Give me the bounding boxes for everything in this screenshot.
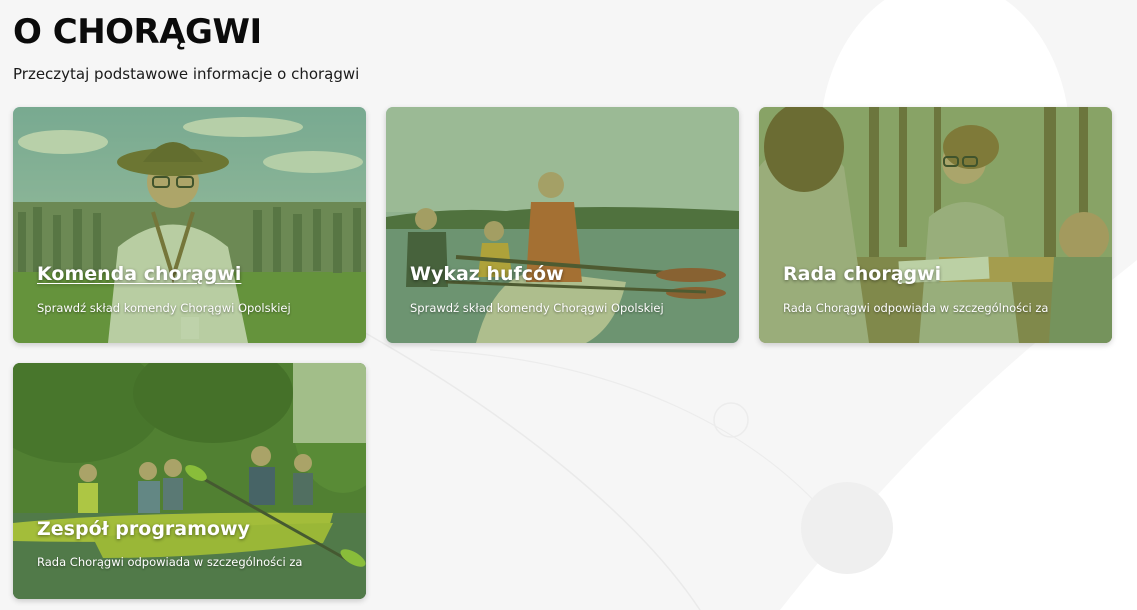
card-description: Sprawdź skład komendy Chorągwi Opolskiej <box>37 301 291 315</box>
card-description: Sprawdź skład komendy Chorągwi Opolskiej <box>410 301 664 315</box>
card-title[interactable]: Zespół programowy <box>37 517 250 541</box>
page-title: O CHORĄGWI <box>13 12 262 52</box>
card-description: Rada Chorągwi odpowiada w szczególności … <box>37 555 303 569</box>
card-wykaz-hufcow[interactable]: Wykaz hufców Sprawdź skład komendy Chorą… <box>386 107 739 343</box>
card-title[interactable]: Rada chorągwi <box>783 262 941 286</box>
card-rada-choragwi[interactable]: Rada chorągwi Rada Chorągwi odpowiada w … <box>759 107 1112 343</box>
card-title[interactable]: Komenda chorągwi <box>37 262 241 286</box>
card-description: Rada Chorągwi odpowiada w szczególności … <box>783 301 1049 315</box>
card-zespol-programowy[interactable]: Zespół programowy Rada Chorągwi odpowiad… <box>13 363 366 599</box>
page-subtitle: Przeczytaj podstawowe informacje o chorą… <box>13 65 360 83</box>
card-komenda-choragwi[interactable]: Komenda chorągwi Sprawdź skład komendy C… <box>13 107 366 343</box>
card-title[interactable]: Wykaz hufców <box>410 262 564 286</box>
